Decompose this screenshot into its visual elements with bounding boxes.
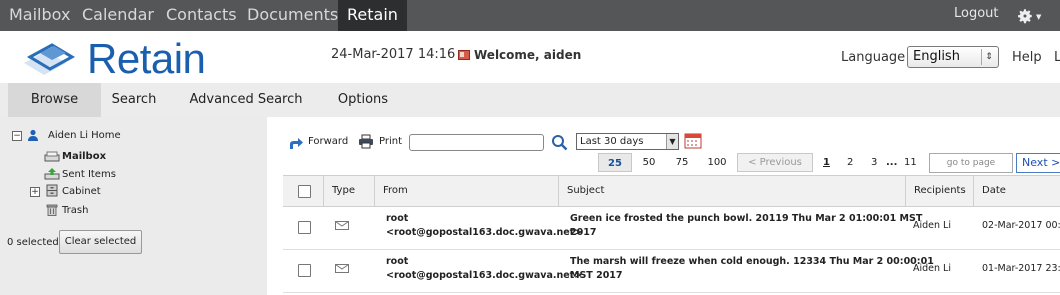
select-all-checkbox[interactable] [298,185,311,198]
date-range-value: Last 30 days [580,136,644,147]
page-size-100[interactable]: 100 [703,153,731,172]
forward-button[interactable]: Forward [308,136,348,147]
sidebar-item-trash[interactable]: Trash [62,205,88,216]
row-subject-line: MST 2017 [570,270,623,281]
app-link-mailbox[interactable]: Mailbox [9,0,70,31]
page-header: Retain 24-Mar-2017 14:16 Welcome, aiden … [0,31,1060,83]
app-switcher-bar: Mailbox Calendar Contacts Documents Reta… [0,0,1060,31]
sidebar-item-cabinet[interactable]: Cabinet [62,186,101,197]
print-button[interactable]: Print [379,136,402,147]
page-size-25[interactable]: 25 [598,153,632,172]
printer-icon[interactable] [358,134,374,149]
column-header-type[interactable]: Type [323,176,374,206]
chevron-updown-icon: ⇕ [981,49,996,65]
app-link-calendar[interactable]: Calendar [82,0,154,31]
row-from-email: <root@gopostal163.doc.gwava.net> [386,227,583,238]
dropdown-arrow-icon: ▼ [666,134,678,149]
help-link[interactable]: Help [1012,50,1042,65]
row-from-name: root [386,213,409,224]
cabinet-icon [46,184,58,197]
retain-logo-icon [24,43,76,75]
page-link-3[interactable]: 3 [871,153,877,172]
row-subject-line: Green ice frosted the punch bowl. 20119 … [570,213,923,224]
message-list-panel: Forward Print Last 30 days ▼ 25 50 75 10… [267,117,1060,295]
folder-sidebar: − Aiden Li Home Mailbox Sent Items + Cab… [0,117,267,295]
table-row[interactable]: root <root@gopostal163.doc.gwava.net> Gr… [283,206,1060,250]
row-date: 01-Mar-2017 23: [982,263,1060,274]
page-ellipsis: ... [886,157,898,168]
search-input[interactable] [409,134,544,151]
language-select[interactable]: English ⇕ [907,46,999,68]
column-header-subject[interactable]: Subject [558,176,905,206]
row-date: 02-Mar-2017 00: [982,220,1060,231]
page-link-2[interactable]: 2 [847,153,853,172]
sent-items-icon [44,168,60,180]
welcome-message: Welcome, aiden [474,48,582,62]
row-subject-line: 2017 [570,227,597,238]
app-link-documents[interactable]: Documents [247,0,338,31]
page-size-75[interactable]: 75 [670,153,694,172]
date-range-select[interactable]: Last 30 days ▼ [576,133,679,150]
calendar-icon[interactable] [684,132,702,149]
next-page-button[interactable]: Next > [1016,153,1060,173]
sidebar-item-mailbox[interactable]: Mailbox [62,151,106,162]
settings-gear-icon[interactable] [1016,7,1034,25]
row-select-checkbox[interactable] [298,221,311,234]
page-link-11[interactable]: 11 [904,153,917,172]
row-recipients: Aiden Li [913,263,951,274]
row-recipients: Aiden Li [913,220,951,231]
user-card-icon [458,50,470,60]
forward-arrow-icon[interactable] [288,136,304,150]
collapse-toggle-icon[interactable]: − [12,131,22,141]
search-icon[interactable] [551,134,568,151]
tab-options[interactable]: Options [322,83,404,117]
page-link-1[interactable]: 1 [823,153,830,172]
row-select-checkbox[interactable] [298,264,311,277]
truncated-header-link[interactable]: L [1054,50,1060,65]
retain-logo-text: Retain [87,35,206,82]
table-row[interactable]: root <root@gopostal163.doc.gwava.net> Th… [283,249,1060,293]
selected-count: 0 selected [7,237,59,248]
column-header-date[interactable]: Date [973,176,1060,206]
main-tab-bar: Browse Search Advanced Search Options [0,83,1060,117]
language-select-value: English [913,49,960,64]
trash-icon [46,204,58,216]
settings-caret-icon[interactable]: ▼ [1036,13,1041,21]
tab-advanced-search[interactable]: Advanced Search [182,83,310,117]
user-icon [28,129,38,141]
column-header-from[interactable]: From [374,176,558,206]
sidebar-item-sent-items[interactable]: Sent Items [62,169,116,180]
mail-envelope-icon [335,264,349,273]
app-link-retain[interactable]: Retain [338,0,407,31]
page-size-50[interactable]: 50 [637,153,661,172]
tree-root-home[interactable]: Aiden Li Home [48,130,121,141]
tab-search[interactable]: Search [101,83,167,117]
column-header-recipients[interactable]: Recipients [905,176,973,206]
previous-page-button[interactable]: < Previous [737,153,813,172]
logout-link[interactable]: Logout [954,0,999,28]
table-header: Type From Subject Recipients Date [283,175,1060,207]
clear-selected-button[interactable]: Clear selected [59,230,142,254]
mailbox-icon [44,151,60,162]
row-from-name: root [386,256,409,267]
row-from-email: <root@gopostal163.doc.gwava.net> [386,270,583,281]
go-to-page-input[interactable]: go to page [929,153,1013,173]
mail-envelope-icon [335,221,349,230]
tab-browse[interactable]: Browse [8,83,101,117]
current-datetime: 24-Mar-2017 14:16 [331,47,456,62]
expand-toggle-icon[interactable]: + [30,187,40,197]
language-label: Language [841,50,906,65]
app-link-contacts[interactable]: Contacts [166,0,237,31]
row-subject-line: The marsh will freeze when cold enough. … [570,256,934,267]
